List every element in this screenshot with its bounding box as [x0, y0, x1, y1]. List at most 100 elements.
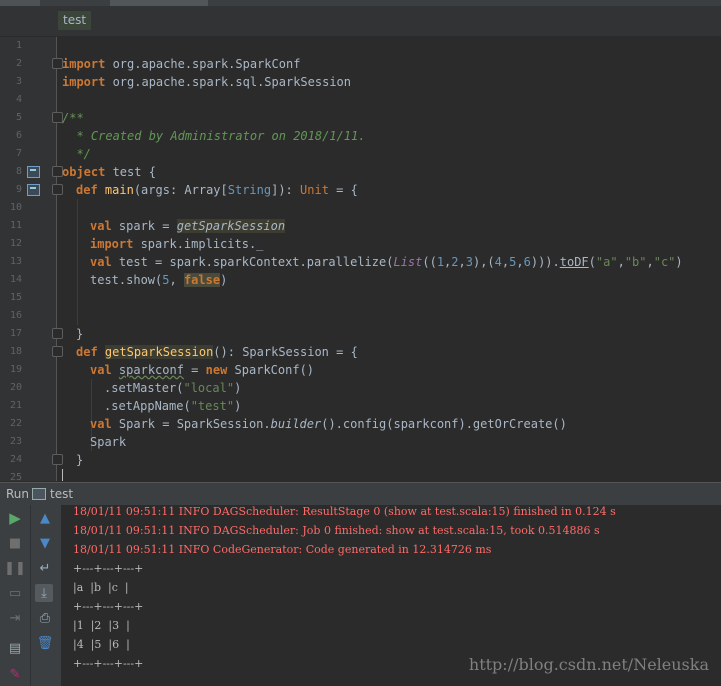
keyword: def [76, 345, 98, 359]
run-tab[interactable]: test [50, 487, 73, 501]
line-number: 17 [9, 328, 22, 339]
keyword: def [76, 183, 98, 197]
line-number: 19 [9, 364, 22, 375]
code-line: def main(args: Array[String]): Unit = { [76, 181, 358, 199]
code-text: ) [220, 273, 228, 287]
variable-name: sparkconf [118, 363, 184, 377]
line-number: 9 [15, 184, 22, 195]
code-text: test.show( [90, 273, 163, 287]
console-line: |1 |2 |3 | [73, 619, 130, 632]
number-literal: 6 [523, 255, 531, 269]
method-call: builder [270, 417, 322, 431]
string-literal: "local" [183, 381, 235, 395]
pause-icon[interactable]: ❚❚ [4, 559, 26, 577]
toolbar-divider [30, 505, 31, 686]
line-number: 2 [15, 58, 22, 69]
code-text: Spark = SparkSession. [111, 417, 271, 431]
keyword: import [62, 57, 106, 71]
run-toolbar: ▶ ■ ❚❚ ▭ ⇥ ▤ ✎ ▲ ▼ ↵ ⤓ ⎙ 🗑 [0, 505, 61, 686]
code-text: ) [234, 381, 242, 395]
pin-icon[interactable]: ✎ [6, 665, 24, 683]
code-text: , [169, 273, 184, 287]
fold-marker-icon[interactable] [52, 184, 63, 195]
stop-icon[interactable]: ■ [6, 534, 24, 552]
code-editor[interactable]: 1 2 3 4 5 6 7 8 9 10 11 12 13 14 15 16 1… [0, 37, 721, 481]
line-number: 16 [9, 310, 22, 321]
down-arrow-icon[interactable]: ▼ [36, 534, 54, 552]
code-line: import spark.implicits._ [90, 235, 263, 253]
console-line: 18/01/11 09:51:11 INFO DAGScheduler: Job… [73, 524, 600, 537]
line-number: 8 [15, 166, 22, 177]
line-number: 7 [15, 148, 22, 159]
code-line: val sparkconf = new SparkConf() [90, 361, 314, 379]
breadcrumb-bar: test [0, 6, 721, 37]
line-number: 21 [9, 400, 22, 411]
fold-marker-icon[interactable] [52, 346, 63, 357]
code-line: object test { [62, 163, 156, 181]
keyword: object [62, 165, 106, 179]
code-text: ().config(sparkconf).getOrCreate() [321, 417, 567, 431]
keyword: import [90, 237, 134, 251]
code-text: org.apache.spark.sql.SparkSession [105, 75, 351, 89]
rerun-icon[interactable]: ▶ [6, 509, 24, 527]
code-text: ) [234, 399, 242, 413]
code-text: = [183, 363, 206, 377]
method-call: List [393, 255, 423, 269]
method-call: toDF [559, 255, 589, 269]
line-number: 25 [9, 472, 22, 481]
code-line: import org.apache.spark.sql.SparkSession [62, 73, 351, 91]
console-line: 18/01/11 09:51:11 INFO CodeGenerator: Co… [73, 543, 492, 556]
line-number: 5 [15, 112, 22, 123]
code-text: test = spark.sparkContext.parallelize( [111, 255, 394, 269]
fold-marker-icon[interactable] [52, 454, 63, 465]
run-object-icon[interactable] [27, 166, 40, 178]
code-text: (): SparkSession = { [213, 345, 358, 359]
code-line: val Spark = SparkSession.builder().confi… [90, 415, 567, 433]
line-number: 22 [9, 418, 22, 429]
method-call: getSparkSession [176, 219, 286, 233]
console-line: |4 |5 |6 | [73, 638, 130, 651]
code-text: ))). [530, 255, 560, 269]
code-line: def getSparkSession(): SparkSession = { [76, 343, 358, 361]
number-literal: 2 [451, 255, 459, 269]
function-name: main [104, 183, 134, 197]
restore-layout-icon[interactable]: ▤ [6, 639, 24, 657]
code-text: .setAppName( [104, 399, 191, 413]
number-literal: 4 [494, 255, 502, 269]
code-text: ),( [472, 255, 495, 269]
exit-icon[interactable]: ⇥ [6, 609, 24, 627]
string-literal: "test" [190, 399, 235, 413]
code-text: test { [105, 165, 156, 179]
number-literal: 3 [465, 255, 473, 269]
keyword: new [205, 363, 228, 377]
line-number: 15 [9, 292, 22, 303]
code-comment: /** [62, 111, 84, 125]
run-label: Run [6, 487, 30, 501]
dump-threads-icon[interactable]: ▭ [6, 584, 24, 602]
text-cursor [62, 469, 63, 481]
clear-all-icon[interactable]: 🗑 [36, 634, 54, 652]
code-line: .setAppName("test") [104, 397, 241, 415]
run-main-icon[interactable] [27, 184, 40, 196]
code-text: , [617, 255, 625, 269]
code-text: ( [588, 255, 596, 269]
code-comment: */ [62, 147, 91, 161]
code-text: ]): [271, 183, 301, 197]
line-number: 20 [9, 382, 22, 393]
code-text: = { [328, 183, 358, 197]
string-literal: "a" [595, 255, 618, 269]
up-arrow-icon[interactable]: ▲ [36, 509, 54, 527]
code-text: (( [422, 255, 437, 269]
soft-wrap-icon[interactable]: ↵ [36, 559, 54, 577]
line-number: 18 [9, 346, 22, 357]
code-line: val spark = getSparkSession [90, 217, 286, 235]
scroll-to-end-icon[interactable]: ⤓ [35, 584, 53, 602]
line-number: 13 [9, 256, 22, 267]
code-text: , [458, 255, 466, 269]
breadcrumb[interactable]: test [58, 11, 92, 30]
code-text: ) [675, 255, 683, 269]
code-line: .setMaster("local") [104, 379, 241, 397]
keyword: val [90, 219, 112, 233]
fold-marker-icon[interactable] [52, 328, 63, 339]
print-icon[interactable]: ⎙ [36, 609, 54, 627]
